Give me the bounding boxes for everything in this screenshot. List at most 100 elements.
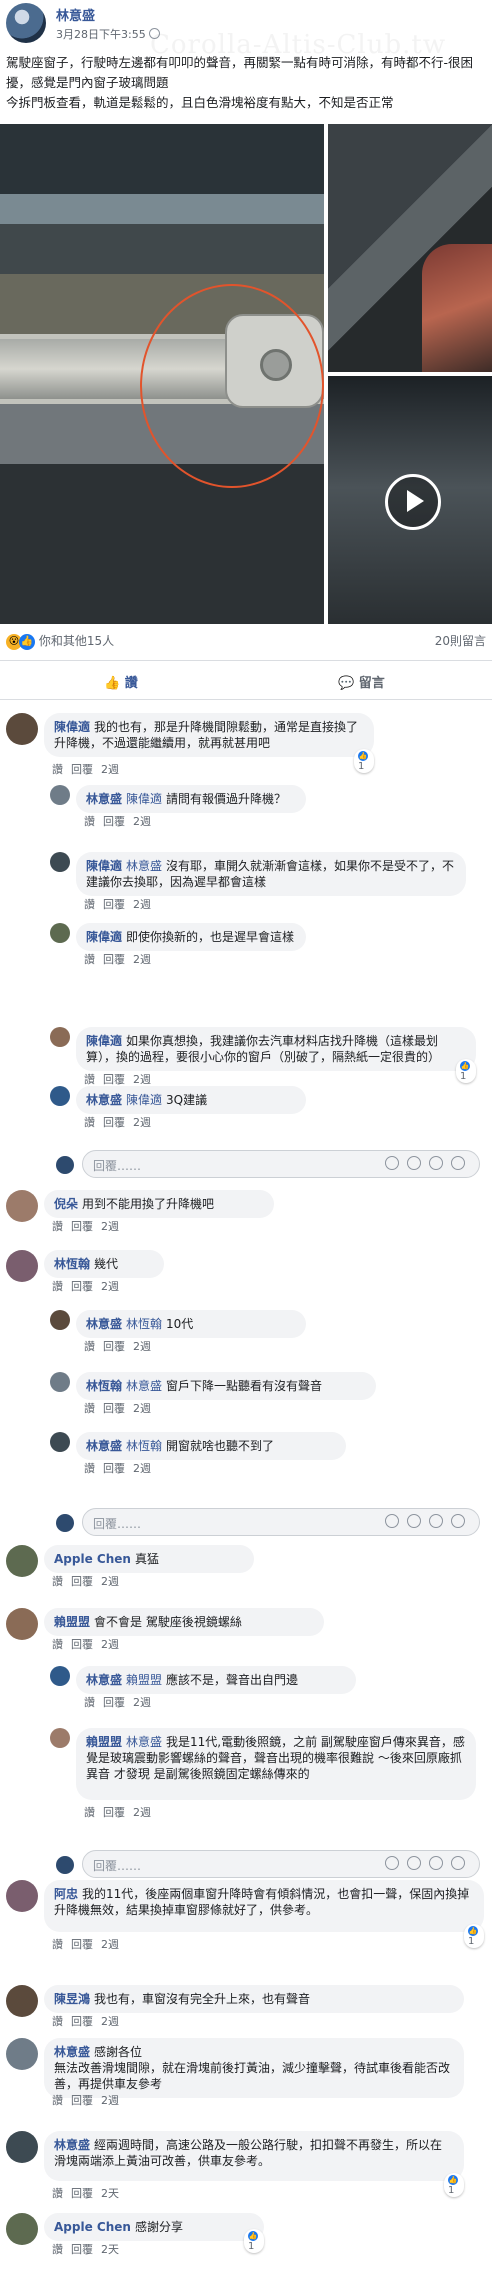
commenter-avatar[interactable] (6, 1250, 38, 1282)
reply-input[interactable]: 回覆…… (82, 1508, 480, 1536)
comment-time[interactable]: 2天 (101, 2243, 119, 2256)
comment-author[interactable]: 陳偉適 (86, 930, 122, 944)
comment-author[interactable]: 陳昱鴻 (54, 1992, 90, 2006)
author-name[interactable]: 林意盛 (56, 5, 95, 24)
comment-reply-link[interactable]: 回覆 (71, 2094, 93, 2107)
commenter-avatar[interactable] (6, 2038, 38, 2070)
mention-tag[interactable]: 陳偉適 (126, 792, 162, 806)
comment-author[interactable]: 倪朵 (54, 1197, 78, 1211)
comment-like-link[interactable]: 讚 (84, 1073, 95, 1086)
comment-reply-link[interactable]: 回覆 (103, 1340, 125, 1353)
comment-time[interactable]: 2週 (133, 1116, 151, 1129)
comment-author[interactable]: 林意盛 (86, 1673, 122, 1687)
mention-tag[interactable]: 林意盛 (126, 859, 162, 873)
comment-like-link[interactable]: 讚 (84, 1806, 95, 1819)
comment-reply-link[interactable]: 回覆 (103, 1402, 125, 1415)
comment-time[interactable]: 2週 (101, 2094, 119, 2107)
comment-author[interactable]: Apple Chen (54, 2220, 131, 2234)
comment-like-count[interactable]: 👍1 (464, 1924, 484, 1948)
comment-author[interactable]: 陳偉適 (86, 1034, 122, 1048)
comment-like-link[interactable]: 讚 (84, 898, 95, 911)
comment-author[interactable]: 陳偉適 (54, 720, 90, 734)
comment-author[interactable]: 林意盛 (54, 2045, 90, 2059)
comment-like-count[interactable]: 👍1 (244, 2229, 264, 2253)
comment-time[interactable]: 2週 (101, 763, 119, 776)
comment-time[interactable]: 2週 (133, 1806, 151, 1819)
comment-time[interactable]: 2週 (101, 1938, 119, 1951)
comment-author[interactable]: 林恆翰 (54, 1257, 90, 1271)
comment-time[interactable]: 2週 (133, 898, 151, 911)
comment-time[interactable]: 2週 (101, 1220, 119, 1233)
reaction-summary[interactable]: 😮 👍 你和其他15人 20則留言 (6, 632, 486, 652)
comment-reply-link[interactable]: 回覆 (103, 898, 125, 911)
comment-count[interactable]: 20則留言 (435, 632, 486, 649)
comment-author[interactable]: 陳偉適 (86, 859, 122, 873)
commenter-avatar[interactable] (6, 2131, 38, 2163)
comment-like-link[interactable]: 讚 (52, 763, 63, 776)
comment-like-link[interactable]: 讚 (52, 1938, 63, 1951)
comment-author[interactable]: 阿忠 (54, 1887, 78, 1901)
comment-like-link[interactable]: 讚 (84, 1696, 95, 1709)
comment-like-link[interactable]: 讚 (84, 1402, 95, 1415)
comment-reply-link[interactable]: 回覆 (103, 1116, 125, 1129)
mention-tag[interactable]: 林意盛 (126, 1379, 162, 1393)
commenter-avatar[interactable] (6, 713, 38, 745)
mention-tag[interactable]: 林恆翰 (126, 1439, 162, 1453)
commenter-avatar[interactable] (50, 1086, 70, 1106)
comment-time[interactable]: 2週 (133, 1340, 151, 1353)
comment-author[interactable]: 林意盛 (54, 2138, 90, 2152)
reply-input[interactable]: 回覆…… (82, 1150, 480, 1178)
commenter-avatar[interactable] (6, 1190, 38, 1222)
comment-reply-link[interactable]: 回覆 (71, 1220, 93, 1233)
comment-reply-link[interactable]: 回覆 (71, 1280, 93, 1293)
commenter-avatar[interactable] (50, 1728, 70, 1748)
sticker-icon[interactable] (451, 1856, 465, 1870)
comment-like-link[interactable]: 讚 (84, 953, 95, 966)
comment-time[interactable]: 2週 (133, 953, 151, 966)
post-time[interactable]: 3月28日下午3:55 (56, 26, 160, 42)
camera-icon[interactable] (407, 1514, 421, 1528)
like-button[interactable]: 👍 讚 (104, 672, 138, 691)
comment-time[interactable]: 2週 (133, 1402, 151, 1415)
author-avatar[interactable] (6, 3, 46, 43)
comment-reply-link[interactable]: 回覆 (103, 1073, 125, 1086)
comment-reply-link[interactable]: 回覆 (103, 953, 125, 966)
comment-time[interactable]: 2週 (133, 1696, 151, 1709)
comment-author[interactable]: 林意盛 (86, 1439, 122, 1453)
commenter-avatar[interactable] (50, 852, 70, 872)
commenter-avatar[interactable] (50, 1432, 70, 1452)
camera-icon[interactable] (407, 1856, 421, 1870)
reply-input[interactable]: 回覆…… (82, 1850, 480, 1878)
mention-tag[interactable]: 賴盟盟 (126, 1673, 162, 1687)
comment-like-link[interactable]: 讚 (84, 815, 95, 828)
comment-reply-link[interactable]: 回覆 (71, 1938, 93, 1951)
mention-tag[interactable]: 林恆翰 (126, 1317, 162, 1331)
comment-time[interactable]: 2週 (133, 815, 151, 828)
comment-time[interactable]: 2週 (101, 1575, 119, 1588)
comment-time[interactable]: 2週 (101, 1280, 119, 1293)
commenter-avatar[interactable] (50, 923, 70, 943)
comment-like-link[interactable]: 讚 (52, 2094, 63, 2107)
gif-icon[interactable] (429, 1514, 443, 1528)
comment-like-link[interactable]: 讚 (84, 1462, 95, 1475)
commenter-avatar[interactable] (6, 1545, 38, 1577)
comment-reply-link[interactable]: 回覆 (103, 1462, 125, 1475)
comment-like-link[interactable]: 讚 (52, 1220, 63, 1233)
gif-icon[interactable] (429, 1856, 443, 1870)
commenter-avatar[interactable] (50, 785, 70, 805)
comment-author[interactable]: 賴盟盟 (54, 1615, 90, 1629)
commenter-avatar[interactable] (50, 1027, 70, 1047)
comment-author[interactable]: 林意盛 (86, 1317, 122, 1331)
camera-icon[interactable] (407, 1156, 421, 1170)
comment-time[interactable]: 2天 (101, 2187, 119, 2200)
mention-tag[interactable]: 陳偉適 (126, 1093, 162, 1107)
commenter-avatar[interactable] (50, 1372, 70, 1392)
comment-like-link[interactable]: 讚 (84, 1340, 95, 1353)
photo-door-panel[interactable] (328, 124, 492, 372)
comment-like-link[interactable]: 讚 (52, 1575, 63, 1588)
commenter-avatar[interactable] (6, 2213, 38, 2245)
comment-like-link[interactable]: 讚 (52, 1638, 63, 1651)
comment-reply-link[interactable]: 回覆 (71, 2243, 93, 2256)
comment-author[interactable]: 賴盟盟 (86, 1735, 122, 1749)
sticker-icon[interactable] (451, 1156, 465, 1170)
